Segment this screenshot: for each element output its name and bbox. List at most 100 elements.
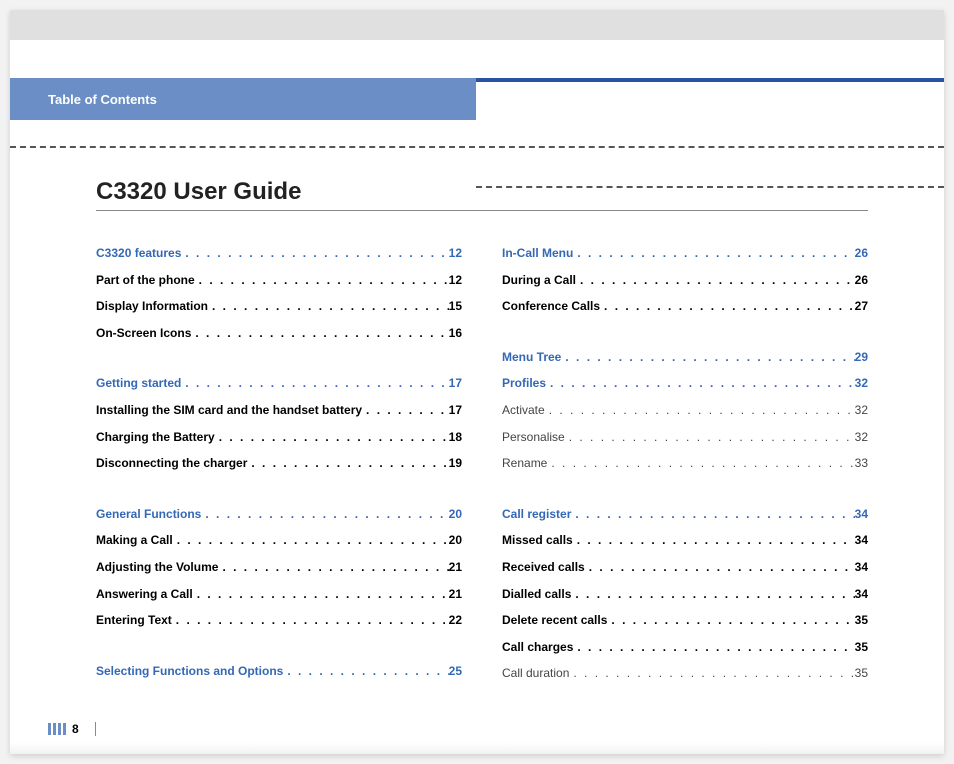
toc-column-right: In-Call Menu . . . . . . . . . . . . . . … [502,246,868,693]
toc-label: Missed calls [502,533,573,549]
toc-entry[interactable]: Missed calls. . . . . . . . . . . . . . … [502,533,868,549]
toc-page-number: 16 [449,326,462,342]
toc-page-number: 20 [449,507,462,523]
toc-leader-dots: . . . . . . . . . . . . . . . . . . . . … [607,613,854,629]
toc-page-number: 33 [855,456,868,472]
toc-entry[interactable]: Part of the phone. . . . . . . . . . . .… [96,273,462,289]
toc-label: Selecting Functions and Options [96,664,283,680]
toc-entry[interactable]: General Functions. . . . . . . . . . . .… [96,507,462,523]
toc-page-number: 19 [449,456,462,472]
toc-label: Delete recent calls [502,613,607,629]
section-label: Table of Contents [48,92,157,107]
toc-leader-dots: . . . . . . . . . . . . . . . . . . . . … [565,430,855,446]
toc-entry[interactable]: Call register. . . . . . . . . . . . . .… [502,507,868,523]
toc-label: In-Call Menu [502,246,573,262]
toc-leader-dots: . . . . . . . . . . . . . . . . . . . . … [208,299,449,315]
toc-entry[interactable]: Getting started. . . . . . . . . . . . .… [96,376,462,392]
toc-label: Profiles [502,376,546,392]
header-bar: Table of Contents [10,78,944,120]
toc-entry[interactable]: During a Call. . . . . . . . . . . . . .… [502,273,868,289]
toc-leader-dots: . . . . . . . . . . . . . . . . . . . . … [545,403,855,419]
toc-page-number: 27 [855,299,868,315]
toc-entry[interactable]: Menu Tree. . . . . . . . . . . . . . . .… [502,350,868,366]
toc-leader-dots: . . . . . . . . . . . . . . . . . . . . … [201,507,448,523]
toc-page-number: 15 [449,299,462,315]
toc-entry[interactable]: Delete recent calls. . . . . . . . . . .… [502,613,868,629]
toc-entry[interactable]: Call duration. . . . . . . . . . . . . .… [502,666,868,682]
toc-page-number: 17 [449,376,462,392]
toc-label: General Functions [96,507,201,523]
toc-leader-dots: . . . . . . . . . . . . . . . . . . . . … [181,246,448,262]
toc-label: Making a Call [96,533,173,549]
toc-label: Part of the phone [96,273,195,289]
toc-entry[interactable]: Charging the Battery. . . . . . . . . . … [96,430,462,446]
toc-label: Call register [502,507,571,523]
toc-page-number: 32 [855,430,868,446]
toc-entry[interactable]: C3320 features. . . . . . . . . . . . . … [96,246,462,262]
blue-stripe [476,78,944,82]
toc-entry[interactable]: Activate. . . . . . . . . . . . . . . . … [502,403,868,419]
toc-label: Rename [502,456,547,472]
toc-label: Call duration [502,666,569,682]
footer-bars-icon [48,723,66,735]
toc-label: Personalise [502,430,565,446]
toc-entry[interactable]: Selecting Functions and Options. . . . .… [96,664,462,680]
toc-entry[interactable]: Received calls. . . . . . . . . . . . . … [502,560,868,576]
toc-page-number: 29 [855,350,868,366]
toc-label: Display Information [96,299,208,315]
toc-entry[interactable]: Disconnecting the charger. . . . . . . .… [96,456,462,472]
toc-page-number: 21 [449,587,462,603]
toc-page-number: 25 [449,664,462,680]
toc-page-number: 12 [449,273,462,289]
toc-entry[interactable]: Entering Text. . . . . . . . . . . . . .… [96,613,462,629]
toc-leader-dots: . . . . . . . . . . . . . . . . . . . . … [181,376,448,392]
toc-page-number: 35 [855,613,868,629]
toc-leader-dots: . . . . . . . . . . . . . . . . . . . . … [573,533,855,549]
toc-label: Getting started [96,376,181,392]
toc-leader-dots: . . . . . . . . . . . . . . . . . . . . … [173,533,449,549]
toc-entry[interactable]: Adjusting the Volume. . . . . . . . . . … [96,560,462,576]
toc-label: Menu Tree [502,350,561,366]
toc-page-number: 32 [855,376,868,392]
toc-label: Answering a Call [96,587,193,603]
toc-label: Charging the Battery [96,430,215,446]
toc-label: Adjusting the Volume [96,560,218,576]
toc-label: Call charges [502,640,573,656]
toc-leader-dots: . . . . . . . . . . . . . . . . . . . . … [215,430,449,446]
toc-entry[interactable]: Answering a Call. . . . . . . . . . . . … [96,587,462,603]
toc-leader-dots: . . . . . . . . . . . . . . . . . . . . … [569,666,854,682]
toc-entry[interactable]: Installing the SIM card and the handset … [96,403,462,419]
footer: 8 [48,722,96,736]
toc-page-number: 12 [449,246,462,262]
bottom-decoration [10,742,944,754]
top-decoration [10,10,944,40]
toc-entry[interactable]: Rename. . . . . . . . . . . . . . . . . … [502,456,868,472]
toc-page-number: 26 [855,246,868,262]
toc-label: Dialled calls [502,587,571,603]
toc-leader-dots: . . . . . . . . . . . . . . . . . . . . … [573,640,854,656]
toc-page-number: 17 [449,403,462,419]
toc-page-number: 35 [855,666,868,682]
toc-leader-dots: . . . . . . . . . . . . . . . . . . . . … [362,403,449,419]
toc-entry[interactable]: Personalise. . . . . . . . . . . . . . .… [502,430,868,446]
page: Table of Contents C3320 User Guide C3320… [10,10,944,754]
toc-page-number: 35 [855,640,868,656]
toc-leader-dots: . . . . . . . . . . . . . . . . . . . . … [585,560,855,576]
toc-leader-dots: . . . . . . . . . . . . . . . . . . . . … [283,664,448,680]
toc-entry[interactable]: Making a Call. . . . . . . . . . . . . .… [96,533,462,549]
toc-leader-dots: . . . . . . . . . . . . . . . . . . . . … [193,587,449,603]
toc-leader-dots: . . . . . . . . . . . . . . . . . . . . … [600,299,855,315]
toc-entry[interactable]: Display Information. . . . . . . . . . .… [96,299,462,315]
toc-entry[interactable]: Profiles. . . . . . . . . . . . . . . . … [502,376,868,392]
toc-entry[interactable]: Call charges. . . . . . . . . . . . . . … [502,640,868,656]
toc-leader-dots: . . . . . . . . . . . . . . . . . . . . … [195,273,449,289]
toc-entry[interactable]: Dialled calls. . . . . . . . . . . . . .… [502,587,868,603]
toc-leader-dots: . . . . . . . . . . . . . . . . . . . . … [247,456,448,472]
toc-entry[interactable]: Conference Calls. . . . . . . . . . . . … [502,299,868,315]
toc-label: Entering Text [96,613,172,629]
toc-leader-dots: . . . . . . . . . . . . . . . . . . . . … [546,376,855,392]
page-title: C3320 User Guide [96,178,301,206]
toc-entry[interactable]: In-Call Menu. . . . . . . . . . . . . . … [502,246,868,262]
toc-label: C3320 features [96,246,181,262]
toc-entry[interactable]: On-Screen Icons. . . . . . . . . . . . .… [96,326,462,342]
